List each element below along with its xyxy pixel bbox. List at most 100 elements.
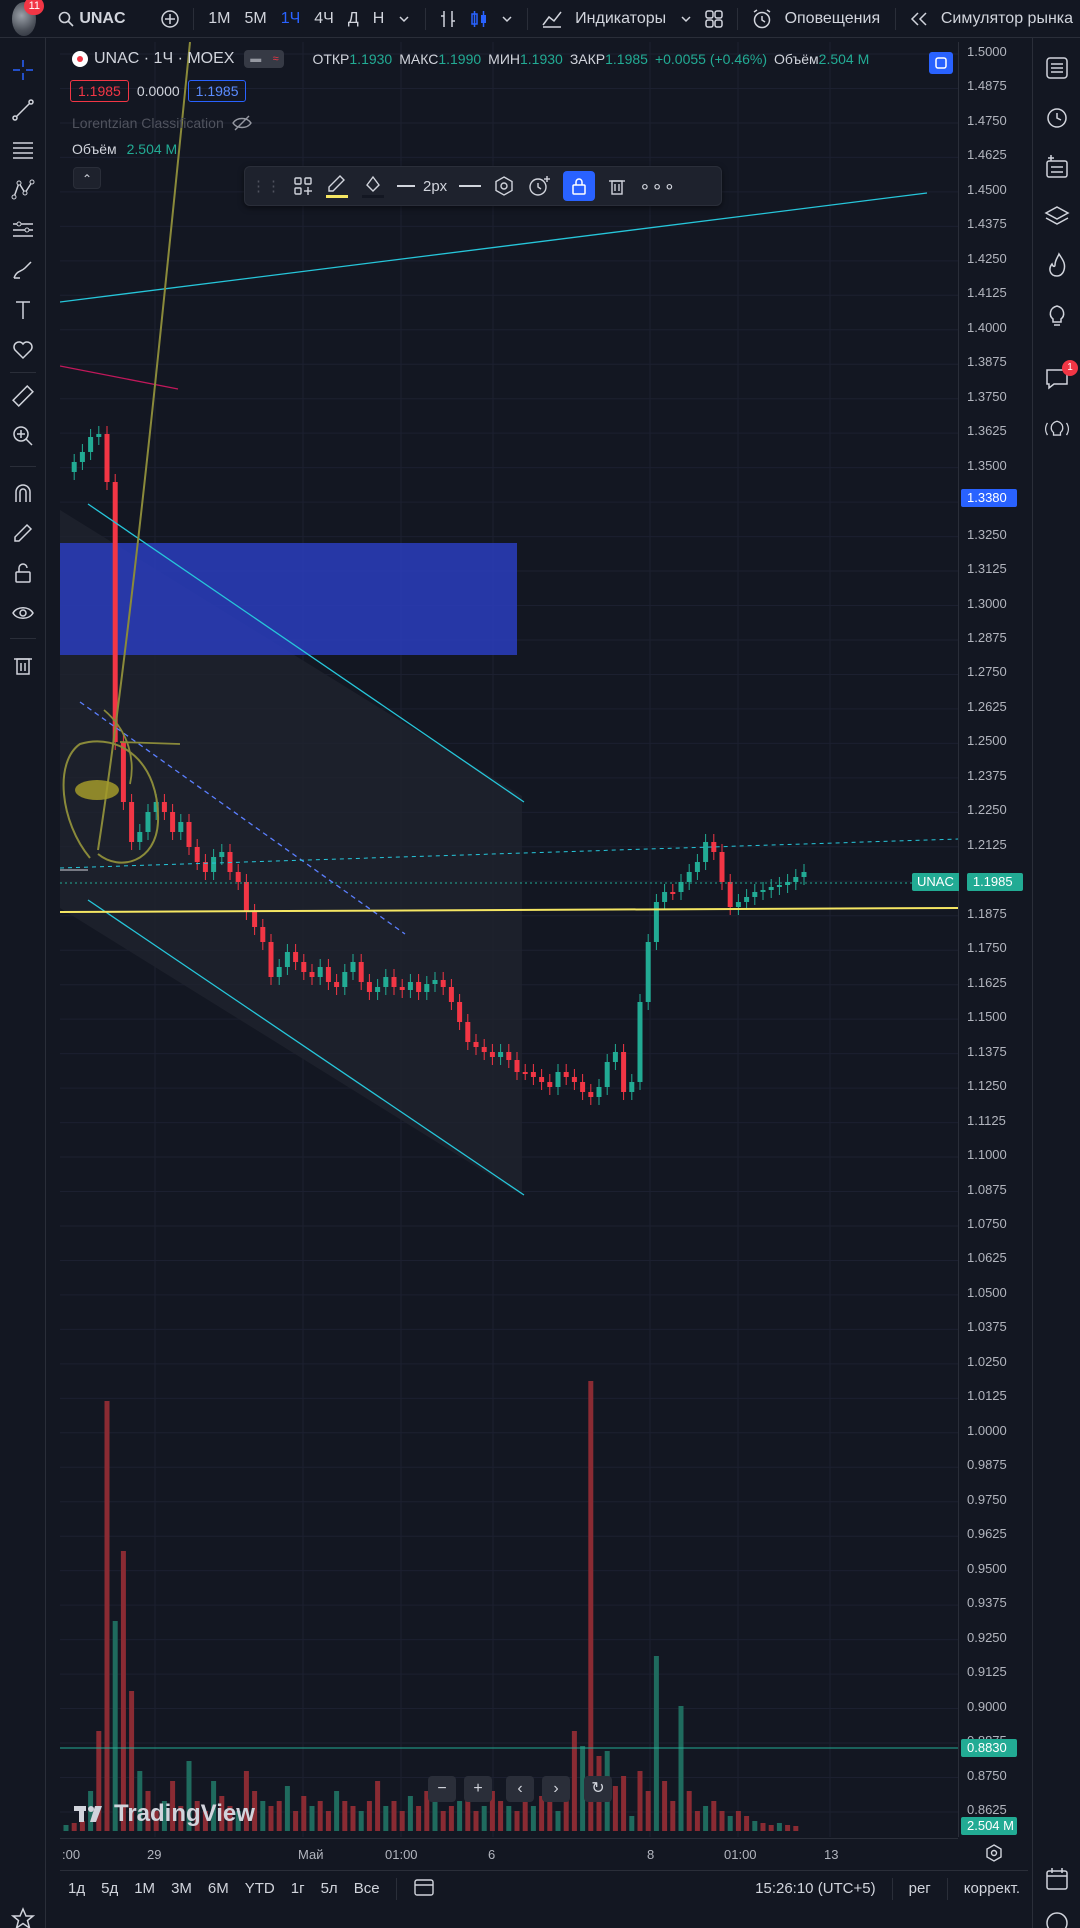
more-options-icon[interactable]: ∘∘∘	[639, 171, 676, 201]
indicator-name[interactable]: Lorentzian Classification	[72, 115, 224, 131]
add-alert-icon[interactable]	[527, 171, 551, 201]
range-1y[interactable]: 1г	[291, 1880, 305, 1897]
line-style-icon[interactable]	[459, 171, 482, 201]
lock-icon[interactable]	[10, 560, 36, 586]
volume-bar	[637, 1771, 643, 1831]
interval-week[interactable]: Н	[373, 10, 385, 28]
adjustment-button[interactable]: коррект.	[964, 1880, 1020, 1897]
flame-icon[interactable]	[1044, 252, 1070, 278]
chat-icon[interactable]: 1	[1044, 360, 1078, 392]
line-width-button[interactable]: 2px	[397, 171, 447, 201]
zoom-in-icon[interactable]	[10, 423, 36, 449]
range-all[interactable]: Все	[354, 1880, 380, 1897]
buy-price-box[interactable]: 1.1985	[187, 80, 247, 102]
pencil-color-icon[interactable]	[325, 171, 349, 201]
session-button[interactable]: рег	[909, 1880, 931, 1897]
watchlist-icon[interactable]	[1044, 55, 1070, 81]
scroll-right-button[interactable]: ›	[542, 1776, 570, 1802]
ruler-icon[interactable]	[10, 383, 36, 409]
range-3m[interactable]: 3М	[171, 1880, 192, 1897]
settings-hex-icon[interactable]	[493, 171, 515, 201]
interval-4h[interactable]: 4Ч	[314, 10, 334, 28]
symbol-search-button[interactable]: UNAC	[58, 10, 126, 28]
chart-legend[interactable]: UNAC · 1Ч · MOEX ▬ ≈ ОТКР 1.1930 МАКС 1.199…	[72, 50, 876, 68]
collapse-legend-button[interactable]: ⌃	[73, 167, 101, 189]
market-simulator-button[interactable]: Симулятор рынка	[941, 10, 1073, 28]
chart-pane[interactable]	[60, 42, 958, 1837]
layers-icon[interactable]	[1044, 204, 1070, 230]
range-1m[interactable]: 1М	[134, 1880, 155, 1897]
text-icon[interactable]	[10, 297, 36, 323]
candles-icon[interactable]	[469, 8, 489, 30]
eye-icon[interactable]	[10, 600, 36, 626]
compare-add-icon[interactable]	[160, 8, 180, 30]
clock-display[interactable]: 15:26:10 (UTC+5)	[755, 1880, 875, 1897]
chevron-down-icon[interactable]	[499, 8, 515, 30]
chevron-down-icon[interactable]	[678, 8, 694, 30]
interval-day[interactable]: Д	[348, 10, 359, 28]
forecast-icon[interactable]	[10, 217, 36, 243]
drag-handle-icon[interactable]: ⋮⋮	[251, 171, 281, 201]
delete-drawing-icon[interactable]	[607, 171, 627, 201]
ideas-icon[interactable]	[1044, 416, 1070, 442]
star-icon[interactable]	[10, 1906, 36, 1928]
alerts-button[interactable]: Оповещения	[785, 10, 881, 28]
help-icon[interactable]	[1044, 1910, 1070, 1928]
bar-chart-icon[interactable]	[439, 8, 459, 30]
range-6m[interactable]: 6М	[208, 1880, 229, 1897]
bottom-toolbar: 1д 5д 1М 3М 6М YTD 1г 5л Все 15:26:10 (U…	[60, 1870, 1028, 1906]
interval-1m[interactable]: 1М	[208, 10, 230, 28]
range-5y[interactable]: 5л	[321, 1880, 338, 1897]
legend-title[interactable]: UNAC · 1Ч · MOEX	[94, 50, 234, 68]
trend-line-icon[interactable]	[10, 97, 36, 123]
volume-bar	[309, 1806, 315, 1831]
layouts-icon[interactable]	[704, 8, 724, 30]
volume-bar	[473, 1811, 479, 1831]
eye-off-icon[interactable]	[231, 115, 252, 131]
add-list-icon[interactable]	[1044, 154, 1070, 180]
chevron-down-icon[interactable]	[396, 8, 412, 30]
calendar-icon[interactable]	[1044, 1866, 1070, 1892]
interval-5m[interactable]: 5М	[244, 10, 266, 28]
scroll-left-button[interactable]: ‹	[506, 1776, 534, 1802]
templates-icon[interactable]	[293, 171, 313, 201]
pencil-lock-icon[interactable]	[10, 520, 36, 546]
avatar[interactable]: 11	[12, 0, 45, 36]
zoom-out-button[interactable]: −	[428, 1776, 456, 1802]
reset-chart-button[interactable]: ↻	[584, 1776, 612, 1802]
alert-clock-icon[interactable]	[751, 8, 773, 30]
rewind-icon[interactable]	[909, 8, 929, 30]
market-status-pill[interactable]: ▬ ≈	[244, 50, 285, 68]
range-1d[interactable]: 1д	[68, 1880, 85, 1897]
price-axis[interactable]: 1.5000 1.4875 1.4750 1.4625 1.4500 1.4375 1.42…	[958, 42, 1028, 1837]
volume-legend-row[interactable]: Объём 2.504 M	[72, 141, 177, 157]
price-tick: 1.1250	[967, 1078, 1007, 1094]
fullscreen-icon[interactable]	[929, 52, 953, 74]
indicators-button[interactable]: Индикаторы	[575, 10, 666, 28]
divider	[946, 1877, 948, 1900]
heart-icon[interactable]	[10, 337, 36, 363]
fill-color-icon[interactable]	[361, 171, 385, 201]
pattern-icon[interactable]	[10, 177, 36, 203]
chart-canvas[interactable]	[60, 42, 958, 1837]
trash-icon[interactable]	[10, 652, 36, 678]
lightbulb-icon[interactable]	[1044, 302, 1070, 328]
calendar-range-icon[interactable]	[413, 1877, 435, 1901]
range-5d[interactable]: 5д	[101, 1880, 118, 1897]
alarm-clock-icon[interactable]	[1044, 104, 1070, 130]
time-axis[interactable]: :00 29 Май 01:00 6 8 01:00 13	[60, 1838, 958, 1868]
interval-1h[interactable]: 1Ч	[281, 10, 301, 28]
axis-settings-icon[interactable]	[984, 1843, 1004, 1863]
indicators-icon[interactable]	[541, 8, 563, 30]
brush-icon[interactable]	[10, 257, 36, 283]
zoom-in-button[interactable]: +	[464, 1776, 492, 1802]
candle-body	[694, 862, 700, 872]
range-ytd[interactable]: YTD	[245, 1880, 275, 1897]
volume-bar	[293, 1811, 299, 1831]
sell-price-box[interactable]: 1.1985	[70, 80, 129, 102]
indicator-legend-row[interactable]: Lorentzian Classification	[72, 115, 252, 131]
fib-levels-icon[interactable]	[10, 137, 36, 163]
magnet-icon[interactable]	[10, 480, 36, 506]
lock-drawing-icon[interactable]	[563, 171, 596, 201]
crosshair-icon[interactable]	[10, 57, 36, 83]
